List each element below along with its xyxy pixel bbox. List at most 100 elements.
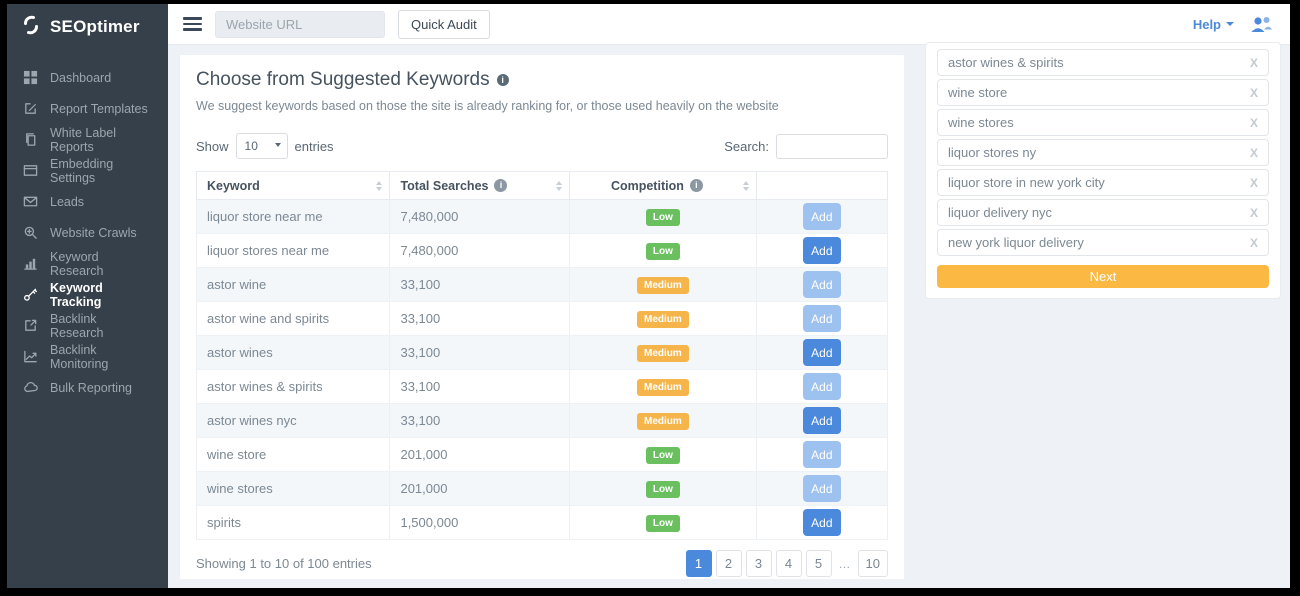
website-url-input[interactable] xyxy=(215,11,385,38)
total-searches-cell: 33,100 xyxy=(390,336,570,370)
add-keyword-button[interactable]: Add xyxy=(803,373,841,400)
add-keyword-button[interactable]: Add xyxy=(803,237,841,264)
add-keyword-button[interactable]: Add xyxy=(803,339,841,366)
competition-badge: Medium xyxy=(637,379,689,396)
sidebar-item-label: Report Templates xyxy=(50,102,148,116)
add-keyword-button[interactable]: Add xyxy=(803,509,841,536)
add-keyword-button[interactable]: Add xyxy=(803,203,841,230)
column-info-icon[interactable] xyxy=(690,179,703,192)
remove-keyword-icon[interactable]: X xyxy=(1242,176,1258,190)
total-searches-cell: 7,480,000 xyxy=(390,234,570,268)
total-searches-cell: 33,100 xyxy=(390,268,570,302)
white-label-reports-icon xyxy=(22,132,38,148)
pagination-ellipsis: … xyxy=(836,557,854,571)
sidebar-item-bulk-reporting[interactable]: Bulk Reporting xyxy=(7,372,168,403)
sidebar-item-backlink-monitoring[interactable]: Backlink Monitoring xyxy=(7,341,168,372)
pagination-page-2[interactable]: 2 xyxy=(716,550,742,577)
competition-badge: Medium xyxy=(637,345,689,362)
remove-keyword-icon[interactable]: X xyxy=(1242,146,1258,160)
sidebar-item-label: Keyword Tracking xyxy=(50,281,153,309)
sidebar-item-backlink-research[interactable]: Backlink Research xyxy=(7,310,168,341)
page-title: Choose from Suggested Keywords xyxy=(196,69,888,91)
table-body: liquor store near me 7,480,000 Low Add l… xyxy=(197,200,888,540)
column-header-label: Competition xyxy=(611,179,684,193)
column-header-total-searches[interactable]: Total Searches xyxy=(390,172,570,200)
sidebar-item-keyword-tracking[interactable]: Keyword Tracking xyxy=(7,279,168,310)
competition-badge: Low xyxy=(646,243,680,260)
report-templates-icon xyxy=(22,101,38,117)
embedding-settings-icon xyxy=(22,163,38,179)
add-keyword-button[interactable]: Add xyxy=(803,305,841,332)
sort-icon[interactable] xyxy=(556,181,562,191)
remove-keyword-icon[interactable]: X xyxy=(1242,206,1258,220)
sort-icon[interactable] xyxy=(743,181,749,191)
sidebar-item-label: Backlink Monitoring xyxy=(50,343,153,371)
remove-keyword-icon[interactable]: X xyxy=(1242,56,1258,70)
sidebar-item-website-crawls[interactable]: Website Crawls xyxy=(7,217,168,248)
chevron-down-icon xyxy=(1226,22,1234,26)
selected-keyword-chip: wine stores X xyxy=(937,109,1269,136)
add-keyword-button[interactable]: Add xyxy=(803,475,841,502)
selected-keyword-chip: new york liquor delivery X xyxy=(937,229,1269,256)
page-size-select[interactable]: 10 xyxy=(236,133,288,159)
sidebar-item-white-label-reports[interactable]: White Label Reports xyxy=(7,124,168,155)
topbar: Quick Audit Help xyxy=(168,4,1290,45)
next-button[interactable]: Next xyxy=(937,265,1269,288)
sidebar-item-dashboard[interactable]: Dashboard xyxy=(7,62,168,93)
column-header-label: Keyword xyxy=(207,179,260,193)
selected-keywords-panel: astor wines & spirits X wine store X win… xyxy=(925,42,1281,299)
selected-keyword-label: wine store xyxy=(948,85,1007,100)
show-label: Show xyxy=(196,139,229,154)
column-info-icon[interactable] xyxy=(494,179,507,192)
keyword-cell: spirits xyxy=(197,506,390,540)
sidebar: SEOptimer Dashboard Report Templates Whi… xyxy=(7,4,168,588)
logo[interactable]: SEOptimer xyxy=(7,4,168,50)
sidebar-item-label: White Label Reports xyxy=(50,126,153,154)
selected-keyword-chip: astor wines & spirits X xyxy=(937,49,1269,76)
pagination-page-4[interactable]: 4 xyxy=(776,550,802,577)
column-header-actions xyxy=(756,172,887,200)
keyword-research-icon xyxy=(22,256,38,272)
search-label: Search: xyxy=(724,139,769,154)
keyword-cell: wine stores xyxy=(197,472,390,506)
remove-keyword-icon[interactable]: X xyxy=(1242,116,1258,130)
keyword-cell: liquor store near me xyxy=(197,200,390,234)
selected-keyword-label: liquor stores ny xyxy=(948,145,1036,160)
pagination-page-1[interactable]: 1 xyxy=(686,550,712,577)
add-keyword-button[interactable]: Add xyxy=(803,441,841,468)
table-header-row: Keyword Total Searches Competition xyxy=(197,172,888,200)
keyword-row: astor wines nyc 33,100 Medium Add xyxy=(197,404,888,438)
remove-keyword-icon[interactable]: X xyxy=(1242,236,1258,250)
sidebar-item-leads[interactable]: Leads xyxy=(7,186,168,217)
keyword-row: astor wines 33,100 Medium Add xyxy=(197,336,888,370)
bulk-reporting-icon xyxy=(22,380,38,396)
seoptimer-logo-icon xyxy=(20,14,42,41)
total-searches-cell: 1,500,000 xyxy=(390,506,570,540)
keyword-cell: liquor stores near me xyxy=(197,234,390,268)
sidebar-item-embedding-settings[interactable]: Embedding Settings xyxy=(7,155,168,186)
content-area: Choose from Suggested Keywords We sugges… xyxy=(168,45,1290,588)
table-search-input[interactable] xyxy=(776,134,888,159)
sidebar-item-keyword-research[interactable]: Keyword Research xyxy=(7,248,168,279)
hamburger-menu-icon[interactable] xyxy=(183,17,202,31)
pagination-page-10[interactable]: 10 xyxy=(858,550,888,577)
selected-keyword-chip: wine store X xyxy=(937,79,1269,106)
remove-keyword-icon[interactable]: X xyxy=(1242,86,1258,100)
column-header-keyword[interactable]: Keyword xyxy=(197,172,390,200)
help-menu[interactable]: Help xyxy=(1193,17,1234,32)
help-label: Help xyxy=(1193,17,1221,32)
add-keyword-button[interactable]: Add xyxy=(803,271,841,298)
quick-audit-button[interactable]: Quick Audit xyxy=(398,10,490,39)
sidebar-item-report-templates[interactable]: Report Templates xyxy=(7,93,168,124)
keyword-row: astor wine and spirits 33,100 Medium Add xyxy=(197,302,888,336)
add-keyword-button[interactable]: Add xyxy=(803,407,841,434)
user-account-icon[interactable] xyxy=(1247,14,1275,35)
title-info-icon[interactable] xyxy=(497,74,509,86)
pagination-page-3[interactable]: 3 xyxy=(746,550,772,577)
sort-icon[interactable] xyxy=(376,181,382,191)
column-header-competition[interactable]: Competition xyxy=(570,172,757,200)
total-searches-cell: 33,100 xyxy=(390,370,570,404)
pagination-page-5[interactable]: 5 xyxy=(806,550,832,577)
keyword-cell: wine store xyxy=(197,438,390,472)
sidebar-item-label: Leads xyxy=(50,195,84,209)
